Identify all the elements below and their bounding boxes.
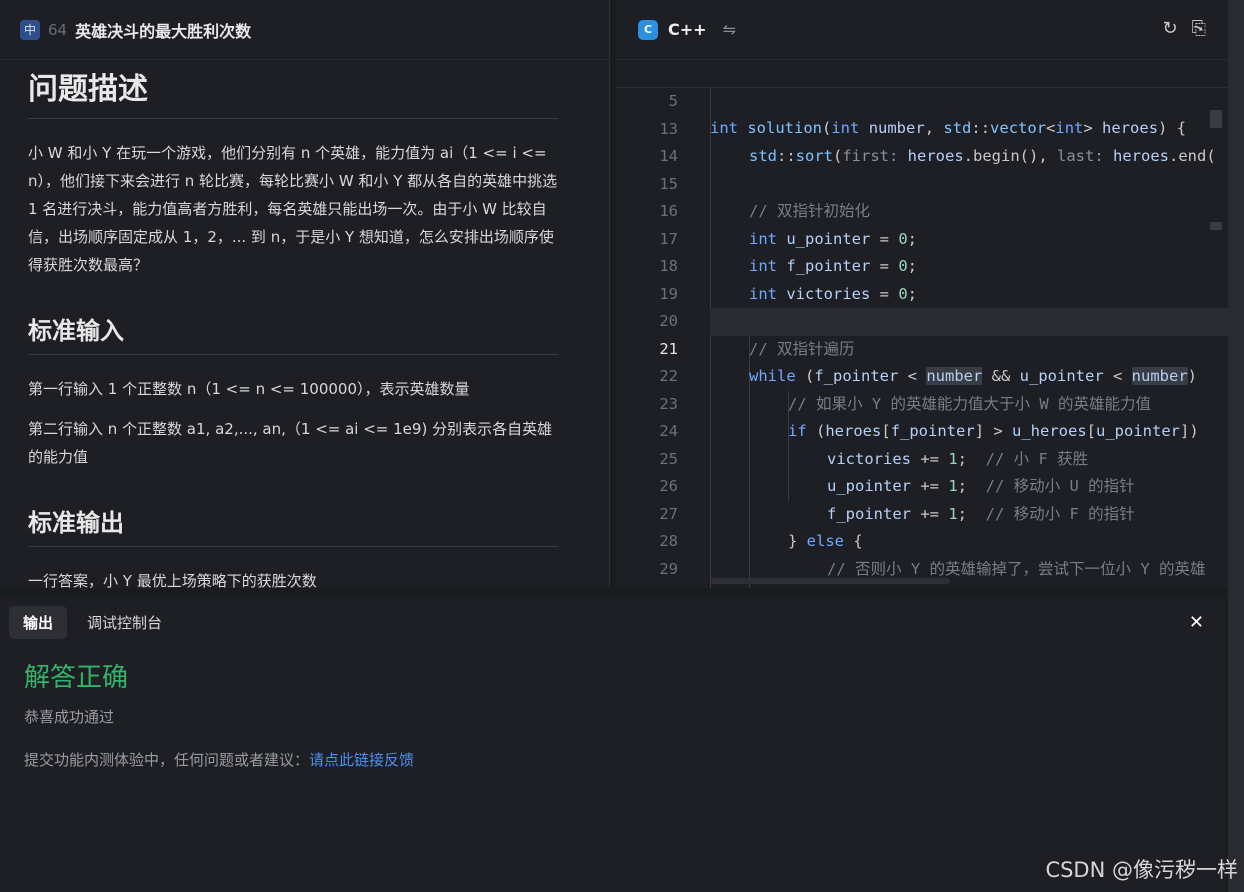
code-line: 24 victories += 1; // 小 F 获胜 <box>659 422 1089 468</box>
output-tabs: 输出 调试控制台 <box>0 596 1226 649</box>
code-line: 14 <box>659 147 678 165</box>
input-line-1: 第一行输入 1 个正整数 n（1 <= n <= 100000），表示英雄数量 <box>28 380 470 398</box>
swap-icon[interactable]: ⇋ <box>723 20 736 39</box>
code-area[interactable]: 5 int solution(int number, std::vector<i… <box>616 60 1228 588</box>
format-icon[interactable]: ⎘ <box>1192 18 1206 39</box>
cpp-icon: C <box>638 19 658 40</box>
output-line-1: 一行答案，小 Y 最优上场策略下的获胜次数 <box>28 572 317 588</box>
problem-number: 64 <box>48 20 68 39</box>
problem-panel: 中 64 英雄决斗的最大胜利次数 问题描述 小 W 和小 Y 在玩一个游戏，他们… <box>0 0 610 588</box>
tab-debug-console[interactable]: 调试控制台 <box>73 606 176 639</box>
editor-scrollbar-thumb[interactable] <box>1210 110 1222 128</box>
feedback-link[interactable]: 请点此链接反馈 <box>309 751 414 769</box>
output-panel: 输出 调试控制台 ✕ 解答正确 恭喜成功通过 提交功能内测体验中，任何问题或者建… <box>0 596 1226 892</box>
result-subtitle: 恭喜成功通过 <box>24 708 115 726</box>
code-editor-panel: C C++ ⇋ ↻ ⎘ 5 int solution(int number, s… <box>616 0 1228 588</box>
watermark: CSDN @像污秽一样 <box>1045 858 1238 882</box>
language-selector[interactable]: C++ <box>668 20 707 39</box>
editor-header: C C++ ⇋ ↻ ⎘ <box>616 0 1228 60</box>
feedback-text: 提交功能内测体验中，任何问题或者建议： <box>24 751 310 769</box>
code-line: 22 // 如果小 Y 的英雄能力值大于小 W 的英雄能力值 <box>659 367 1151 413</box>
code-line: 15 // 双指针初始化 <box>659 174 870 221</box>
section-description-title: 问题描述 <box>28 64 558 119</box>
tab-output[interactable]: 输出 <box>9 606 68 639</box>
problem-title: 英雄决斗的最大胜利次数 <box>75 21 252 41</box>
description-text: 小 W 和小 Y 在玩一个游戏，他们分别有 n 个英雄，能力值为 ai（1 <=… <box>28 144 558 274</box>
input-line-2: 第二行输入 n 个正整数 a1, a2,..., an,（1 <= ai <= … <box>28 420 553 466</box>
code-line: 17 int f_pointer = 0; <box>659 229 918 276</box>
code-line: 19 <box>659 284 678 303</box>
problem-content: 问题描述 小 W 和小 Y 在玩一个游戏，他们分别有 n 个英雄，能力值为 ai… <box>0 64 584 588</box>
result-status: 解答正确 <box>24 663 129 693</box>
code-line: 21 while (f_pointer < number && u_pointe… <box>659 339 1198 385</box>
code-line: 26 f_pointer += 1; // 移动小 F 的指针 <box>659 477 1135 523</box>
horizontal-scrollbar[interactable] <box>710 578 950 584</box>
section-output-title: 标准输出 <box>28 503 558 547</box>
feedback-line: 提交功能内测体验中，任何问题或者建议：请点此链接反馈 <box>24 749 1226 770</box>
code-line-sticky: 5 int solution(int number, std::vector<i… <box>616 60 1228 137</box>
code-line: 13 std::sort(first: heroes.begin(), last… <box>659 119 1216 166</box>
code-line: 29 f_pointer += 1; <box>659 559 967 589</box>
code-line: 27 } else { <box>659 504 863 551</box>
right-gutter <box>1228 0 1244 892</box>
section-input-title: 标准输入 <box>28 311 558 355</box>
code-line: 28 // 否则小 Y 的英雄输掉了，尝试下一位小 Y 的英雄 <box>659 532 1206 578</box>
code-line: 20 // 双指针遍历 <box>659 312 855 358</box>
editor-scrollbar-marker <box>1210 222 1222 230</box>
problem-header: 中 64 英雄决斗的最大胜利次数 <box>0 0 609 60</box>
code-line: 18 int victories = 0; <box>659 257 918 303</box>
close-icon[interactable]: ✕ <box>1189 612 1204 633</box>
code-line: 23 if (heroes[f_pointer] > u_heroes[u_po… <box>659 394 1199 441</box>
language-badge[interactable]: 中 <box>20 19 40 40</box>
code-line: 25 u_pointer += 1; // 移动小 U 的指针 <box>659 449 1135 496</box>
code-line: 16 int u_pointer = 0; <box>659 202 918 248</box>
refresh-icon[interactable]: ↻ <box>1163 18 1178 39</box>
